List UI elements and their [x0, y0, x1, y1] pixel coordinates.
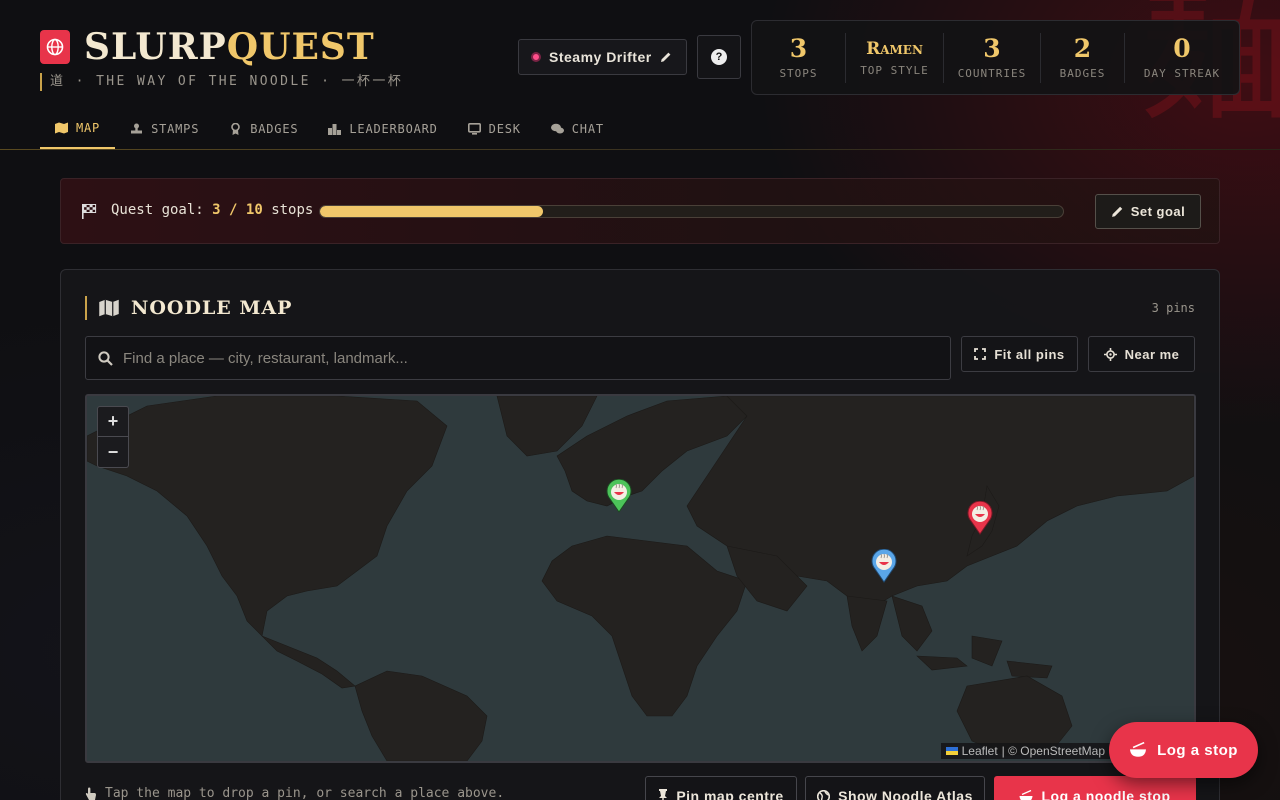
world-map[interactable]: + − Leaflet | © OpenStreetMap — [85, 394, 1196, 763]
status-dot-icon — [531, 52, 541, 62]
noodle-bowl-pin-icon — [606, 478, 632, 513]
quest-progress-bar — [319, 205, 1064, 218]
monitor-icon — [467, 122, 481, 135]
map-icon — [99, 299, 119, 317]
app-header: SLURPQUEST 道 · THE WAY OF THE NOODLE · 一… — [0, 0, 1280, 150]
tab-chat[interactable]: CHAT — [536, 108, 619, 149]
noodle-bowl-pin-icon — [967, 500, 993, 535]
stat-day-streak: 0 Day Streak — [1143, 34, 1221, 81]
help-button[interactable]: ? — [697, 35, 741, 79]
map-pin-southeast-asia[interactable] — [870, 548, 898, 583]
nav-divider — [0, 149, 1280, 150]
pin-map-centre-button[interactable]: Pin map centre — [645, 776, 797, 800]
crosshair-icon — [1103, 347, 1117, 361]
zoom-in-button[interactable]: + — [98, 407, 128, 437]
map-pin-japan[interactable] — [966, 500, 994, 535]
checkered-flag-icon — [82, 204, 97, 219]
leaflet-link[interactable]: Leaflet — [962, 744, 998, 758]
noodle-map-panel: NOODLE MAP 3 pins Fit all pins Near me — [60, 269, 1220, 800]
expand-icon — [974, 348, 987, 360]
pencil-icon — [1111, 206, 1122, 217]
pins-count: 3 pins — [1151, 301, 1195, 315]
chat-icon — [550, 123, 564, 133]
tab-stamps[interactable]: STAMPS — [115, 108, 214, 149]
tab-map[interactable]: MAP — [40, 108, 116, 149]
zoom-out-button[interactable]: − — [98, 437, 128, 467]
quest-goal-text: Quest goal: 3 / 10 stops — [111, 202, 314, 218]
zoom-control: + − — [97, 406, 129, 468]
podium-icon — [328, 123, 342, 135]
question-icon: ? — [711, 49, 727, 65]
ukraine-flag-icon — [945, 747, 958, 755]
badge-icon — [231, 122, 241, 135]
search-icon — [98, 350, 113, 366]
tab-desk[interactable]: DESK — [453, 108, 536, 149]
app-title: SLURPQUEST — [84, 26, 375, 68]
place-search — [85, 336, 951, 380]
stat-top-style: Ramen Top Style — [846, 32, 944, 83]
log-stop-fab[interactable]: Log a stop — [1109, 722, 1258, 778]
globe-logo-icon — [40, 30, 70, 64]
map-pin-europe[interactable] — [605, 478, 633, 513]
stats-panel: 3 Stops Ramen Top Style 3 Countries 2 Ba… — [751, 20, 1240, 95]
map-hint: Tap the map to drop a pin, or search a p… — [85, 786, 504, 800]
tagline: 道 · THE WAY OF THE NOODLE · 一杯一杯 — [40, 73, 403, 91]
stat-badges: 2 Badges — [1041, 32, 1125, 83]
user-name: Steamy Drifter — [549, 49, 652, 65]
tab-badges[interactable]: BADGES — [214, 108, 313, 149]
panel-title: NOODLE MAP — [85, 296, 292, 320]
world-map-tiles — [87, 396, 1194, 761]
stat-stops: 3 Stops — [752, 32, 846, 83]
fit-all-pins-button[interactable]: Fit all pins — [961, 336, 1078, 372]
tap-hand-icon — [85, 787, 96, 800]
brand[interactable]: SLURPQUEST — [40, 26, 375, 68]
noodle-bowl-pin-icon — [871, 548, 897, 583]
quest-progress-fill — [320, 206, 543, 217]
near-me-button[interactable]: Near me — [1088, 336, 1195, 372]
stamp-icon — [131, 123, 143, 133]
log-noodle-stop-button[interactable]: Log a noodle stop — [994, 776, 1196, 800]
tab-leaderboard[interactable]: LEADERBOARD — [313, 108, 452, 149]
main-nav: MAP STAMPS BADGES LEADERBOARD DESK CHAT — [40, 108, 619, 150]
osm-link[interactable]: | © OpenStreetMap — [1002, 744, 1105, 758]
set-goal-button[interactable]: Set goal — [1095, 194, 1201, 229]
place-search-input[interactable] — [123, 349, 950, 367]
bowl-icon — [1019, 789, 1033, 800]
map-icon — [55, 122, 68, 133]
user-name-chip[interactable]: Steamy Drifter — [518, 39, 687, 75]
pushpin-icon — [659, 789, 668, 800]
show-noodle-atlas-button[interactable]: Show Noodle Atlas — [805, 776, 985, 800]
stat-countries: 3 Countries — [944, 32, 1041, 83]
map-attribution: Leaflet | © OpenStreetMap — [940, 743, 1110, 759]
bowl-icon — [1130, 742, 1147, 757]
globe-icon — [817, 789, 831, 800]
quest-goal-bar: Quest goal: 3 / 10 stops Set goal — [60, 178, 1220, 244]
pencil-icon — [660, 52, 671, 62]
